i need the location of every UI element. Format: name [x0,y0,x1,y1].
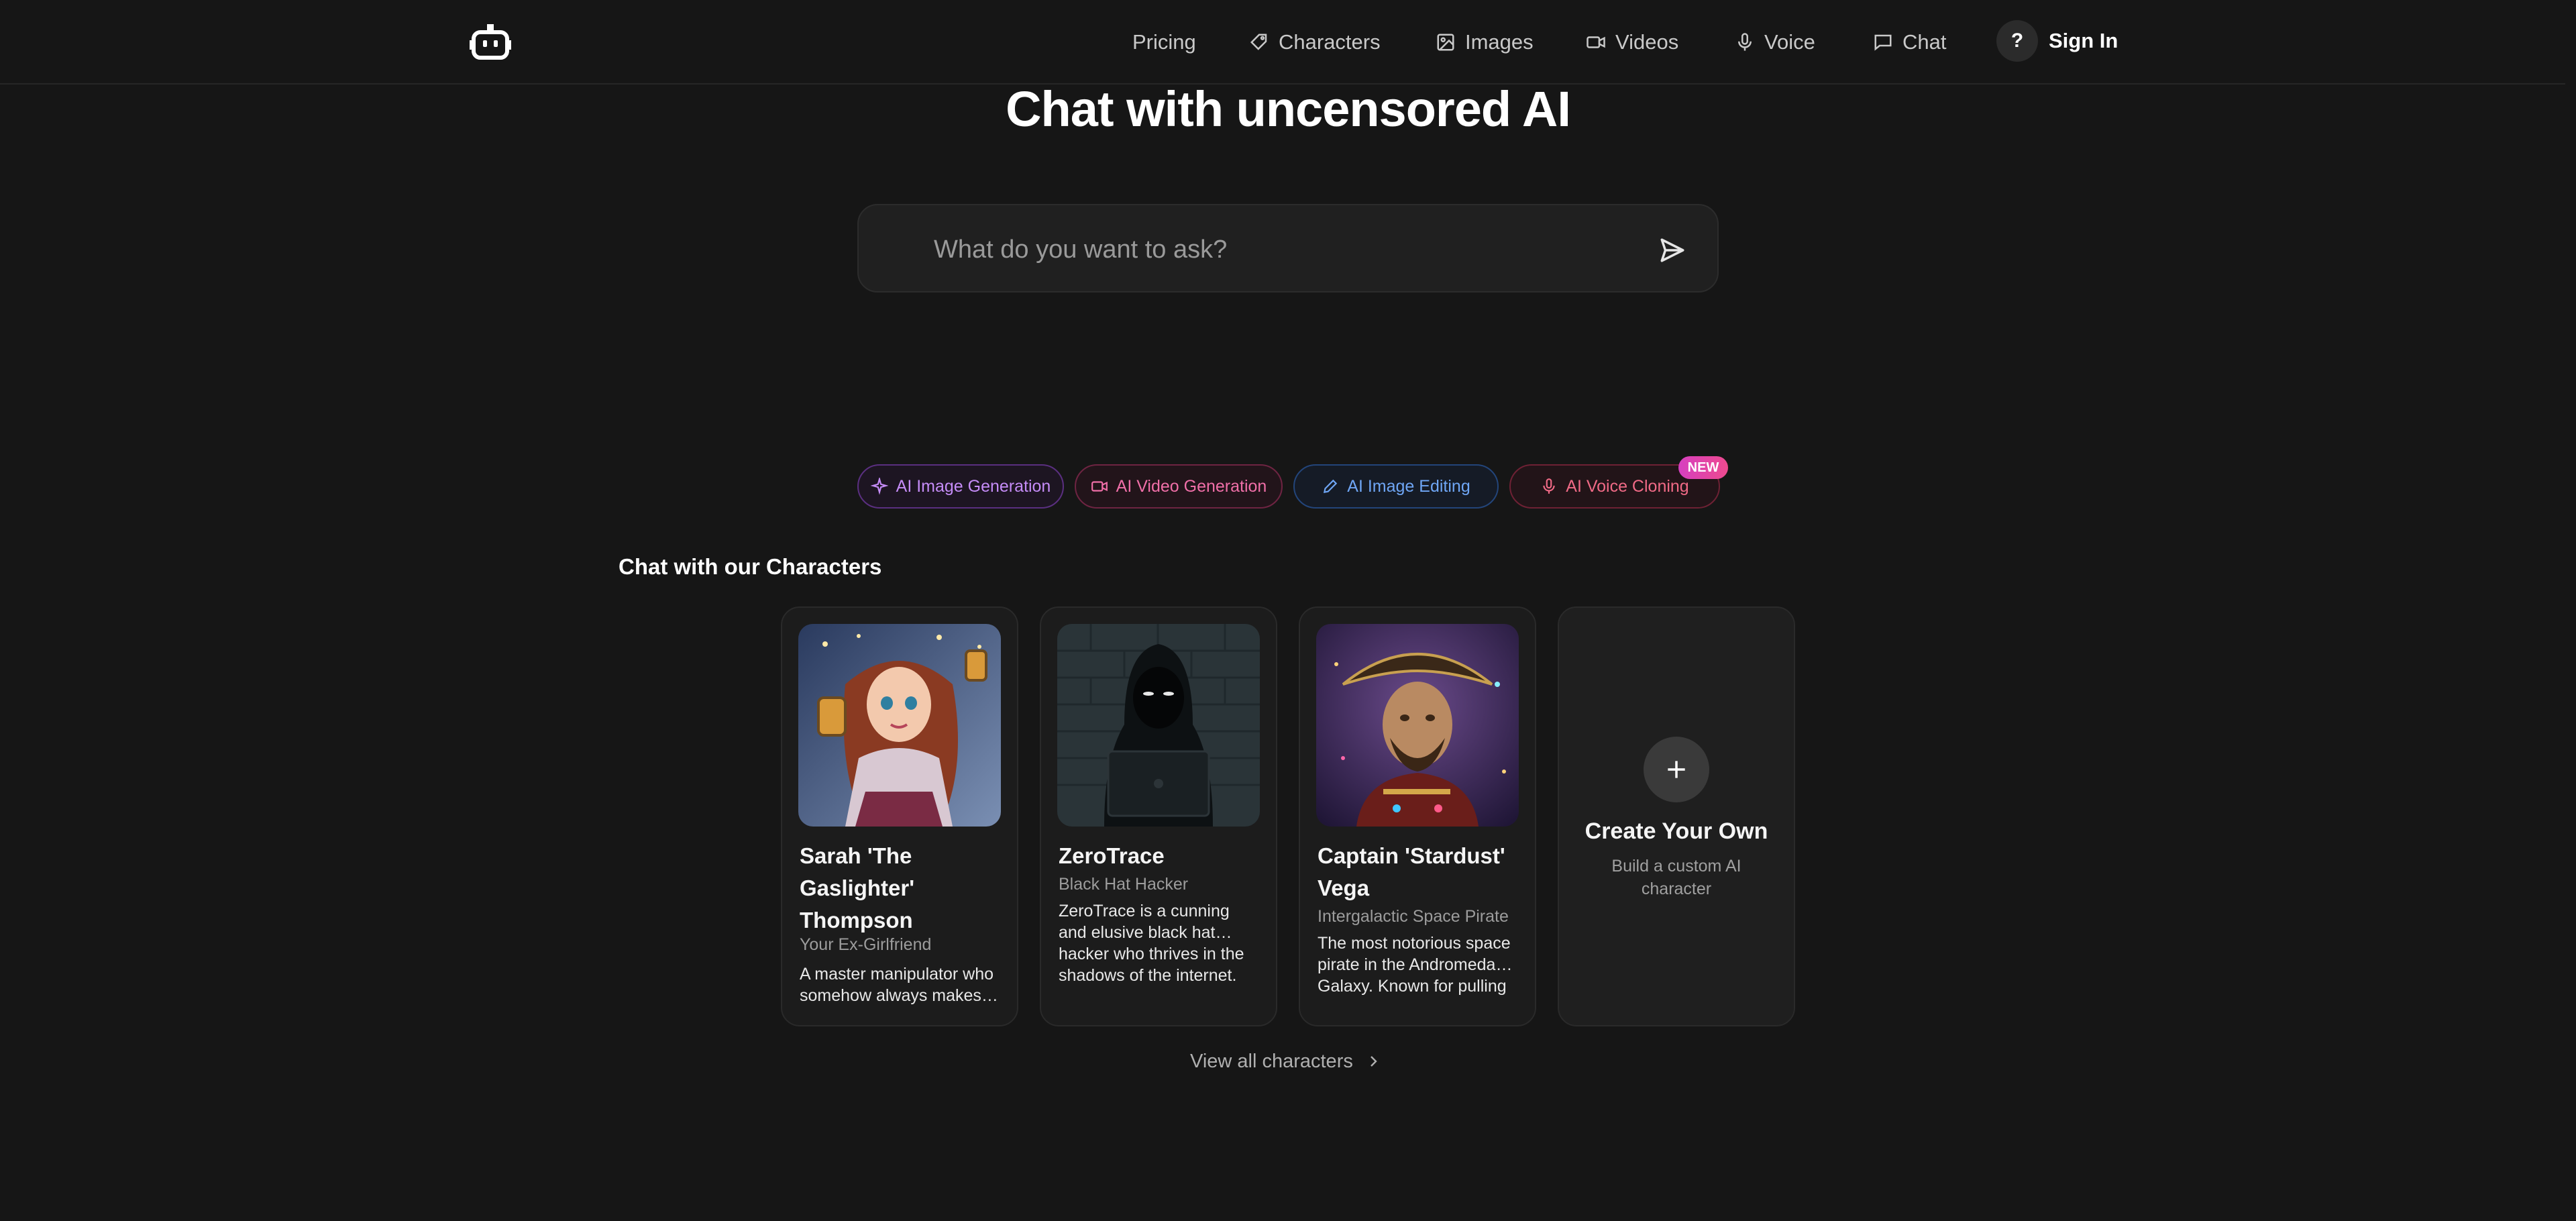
character-role: Black Hat Hacker [1059,875,1189,894]
character-role: Intergalactic Space Pirate [1318,907,1509,926]
character-name: Sarah 'The Gaslighter' Thompson [800,843,915,933]
feature-ai-image-generation[interactable]: AI Image Generation [857,464,1064,509]
image-icon [1437,34,1454,51]
character-name: ZeroTrace [1059,843,1165,868]
character-card-sarah[interactable]: Sarah 'The Gaslighter' Thompson Your Ex-… [781,606,1018,1026]
nav-voice-label: Voice [1764,30,1815,54]
nav-images-label: Images [1465,30,1534,54]
view-all-label: View all characters [1190,1050,1353,1072]
pencil-icon [1324,479,1338,494]
page-title: Chat with uncensored AI [1006,81,1571,137]
mic-icon [1738,33,1752,51]
character-description: ZeroTrace is a cunning and elusive black… [1059,902,1244,985]
character-description: The most notorious space pirate in the A… [1318,934,1513,996]
top-navigation-bar: Pricing Characters Images Videos Voice C… [0,0,2576,85]
nav-characters[interactable]: Characters [1249,25,1381,59]
ask-input[interactable] [934,232,1605,267]
nav-chat[interactable]: Chat [1873,25,1946,59]
character-card-zerotrace[interactable]: ZeroTrace Black Hat Hacker ZeroTrace is … [1040,606,1277,1026]
create-character-card[interactable]: Create Your Own Build a custom AI charac… [1558,606,1795,1026]
nav-videos[interactable]: Videos [1586,25,1678,59]
video-icon [1587,36,1605,48]
character-role: Your Ex-Girlfriend [800,935,932,954]
send-button[interactable] [1657,235,1688,266]
nav-characters-label: Characters [1279,30,1381,54]
create-subtitle: Build a custom AI character [1611,857,1741,898]
nav-voice[interactable]: Voice [1735,25,1815,59]
character-avatar [1316,624,1519,827]
feature-label: AI Image Generation [896,476,1051,496]
robot-logo-icon[interactable] [470,23,511,60]
nav-pricing[interactable]: Pricing [1132,25,1196,59]
nav-videos-label: Videos [1615,30,1679,54]
plus-icon [1668,761,1685,778]
view-all-characters-link[interactable]: View all characters [1190,1048,1381,1075]
tag-icon [1250,34,1267,50]
mic-icon [1543,478,1555,494]
character-avatar [798,624,1001,827]
video-icon [1091,481,1108,492]
ask-box [857,204,1719,293]
add-character-button[interactable] [1644,737,1709,802]
feature-label: AI Video Generation [1116,476,1267,496]
help-button[interactable]: ? [1996,20,2038,62]
chevron-right-icon [1371,1056,1377,1067]
feature-label: AI Voice Cloning [1566,476,1689,496]
character-description: A master manipulator who somehow always … [800,965,998,1005]
new-badge: NEW [1678,456,1728,479]
feature-ai-video-generation[interactable]: AI Video Generation [1075,464,1283,509]
nav-pricing-label: Pricing [1132,30,1196,54]
nav-chat-label: Chat [1902,30,1947,54]
feature-label: AI Image Editing [1347,476,1470,496]
character-name: Captain 'Stardust' Vega [1318,843,1505,900]
feature-ai-image-editing[interactable]: AI Image Editing [1293,464,1499,509]
nav-images[interactable]: Images [1436,25,1534,59]
section-title: Chat with our Characters [619,554,882,579]
sign-in-button[interactable]: Sign In [2049,25,2118,56]
character-avatar [1057,624,1260,827]
character-card-captain-vega[interactable]: Captain 'Stardust' Vega Intergalactic Sp… [1299,606,1536,1026]
sparkles-icon [870,478,888,495]
create-title: Create Your Own [1585,818,1768,844]
chat-bubble-icon [1874,34,1892,51]
scrollbar[interactable] [2565,0,2576,1221]
send-icon [1660,238,1684,262]
